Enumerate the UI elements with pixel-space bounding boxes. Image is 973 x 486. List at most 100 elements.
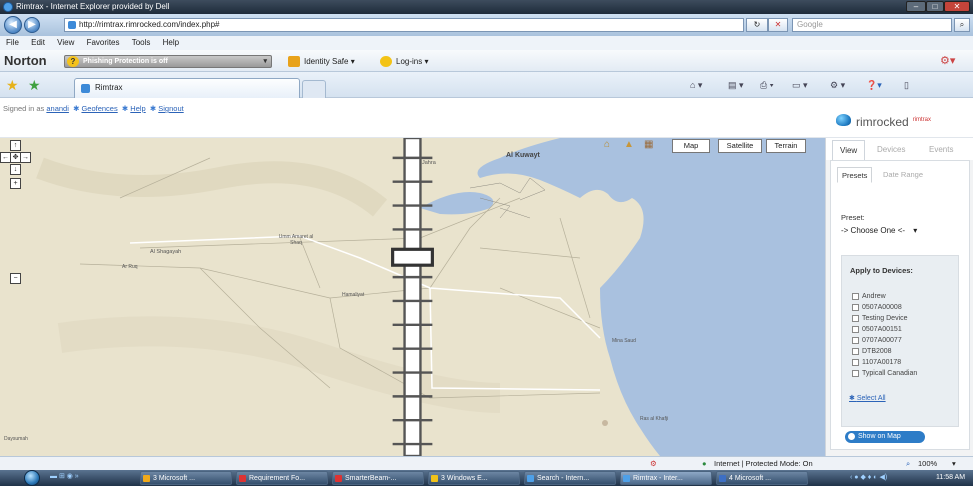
maximize-button[interactable]: □ [926, 1, 944, 12]
tab-devices[interactable]: Devices [870, 140, 912, 160]
logins-button[interactable]: Log-ins ▾ [380, 55, 428, 68]
start-button[interactable] [24, 470, 40, 486]
menu-tools[interactable]: Tools [132, 38, 151, 47]
map-canvas[interactable]: Jahra Al Kuwayt Al Shagayah Umm Amaret a… [0, 138, 825, 456]
home-icon[interactable]: ⌂ ▾ [690, 78, 702, 92]
app-icon [143, 475, 150, 482]
select-all-link[interactable]: ✱ Select All [849, 394, 886, 402]
new-tab-button[interactable] [302, 80, 326, 98]
zoom-level[interactable]: 100% [918, 457, 937, 470]
apply-devices-header: Apply to Devices: [850, 266, 913, 275]
search-icon[interactable]: ⌕ [954, 18, 970, 32]
map-type-terrain-button[interactable]: Terrain [766, 139, 806, 153]
tab-favicon-icon [81, 84, 90, 93]
show-on-map-button[interactable]: Show on Map [845, 431, 925, 443]
device-checkbox[interactable]: 0507A00151 [852, 325, 902, 335]
taskbar-item[interactable]: SmarterBeam-... [332, 471, 424, 485]
subtab-date-range[interactable]: Date Range [879, 167, 927, 183]
tab-rimtrax[interactable]: Rimtrax [74, 78, 300, 98]
signout-link[interactable]: Signout [158, 104, 183, 113]
checkbox[interactable] [852, 315, 859, 322]
signed-in-bar: Signed in as anandi ✱ Geofences ✱ Help ✱… [3, 104, 184, 113]
map-type-map-button[interactable]: Map [672, 139, 710, 153]
phishing-status: Phishing Protection is off [83, 58, 168, 65]
norton-menu-icon[interactable]: ⚙▾ [940, 55, 955, 68]
map-tools-icon[interactable]: ▦ [644, 139, 653, 150]
subtab-presets[interactable]: Presets [837, 167, 873, 183]
identity-safe-button[interactable]: Identity Safe ▾ [288, 55, 355, 68]
taskbar-label: 4 Microsoft ... [729, 475, 772, 482]
taskbar-item[interactable]: 3 Microsoft ... [140, 471, 232, 485]
menu-favorites[interactable]: Favorites [87, 38, 120, 47]
back-button[interactable]: ◀ [4, 16, 22, 34]
status-bar: ⚙ ● Internet | Protected Mode: On ⌕ 100%… [0, 456, 973, 470]
geofences-link[interactable]: Geofences [81, 104, 117, 113]
preset-select[interactable]: -> Choose One <- ▾ [841, 225, 949, 237]
minimize-button[interactable]: – [906, 1, 926, 12]
phishing-protection-toggle[interactable]: ? Phishing Protection is off ▾ [64, 55, 272, 68]
taskbar-item[interactable]: 3 Windows E... [428, 471, 520, 485]
map-type-terrain-label: Terrain [774, 141, 798, 150]
print-icon[interactable]: ⎙ ▾ [760, 78, 773, 92]
identity-safe-label: Identity Safe ▾ [304, 57, 355, 66]
taskbar-item[interactable]: 4 Microsoft ... [716, 471, 808, 485]
device-checkbox[interactable]: Typicall Canadian [852, 369, 917, 379]
device-checkbox[interactable]: 0507A00008 [852, 303, 902, 313]
checkbox[interactable] [852, 293, 859, 300]
checkbox[interactable] [852, 348, 859, 355]
checkbox[interactable] [852, 304, 859, 311]
forward-button[interactable]: ▶ [24, 17, 40, 33]
chevron-down-icon[interactable]: ▾ [952, 457, 956, 470]
refresh-button[interactable]: ↻ [746, 18, 768, 32]
preset-value: -> Choose One <- [841, 226, 906, 235]
rimrocked-logo: rimrocked rimtrax [836, 112, 931, 129]
device-label: 0507A00151 [862, 326, 902, 333]
menu-view[interactable]: View [57, 38, 74, 47]
tools-icon[interactable]: ⚙ ▾ [830, 78, 845, 92]
checkbox[interactable] [852, 370, 859, 377]
tab-events[interactable]: Events [922, 140, 960, 160]
layers-icon[interactable]: ▲ [624, 139, 634, 150]
taskbar-label: Requirement Fo... [249, 475, 306, 482]
device-checkbox[interactable]: Testing Device [852, 314, 908, 324]
favorites-star-icon[interactable]: ★ [6, 78, 19, 92]
taskbar-item[interactable]: Search - Intern... [524, 471, 616, 485]
tab-view[interactable]: View [832, 140, 866, 160]
tab-title: Rimtrax [95, 83, 123, 92]
help-link[interactable]: Help [130, 104, 145, 113]
page-icon[interactable]: ▭ ▾ [792, 78, 808, 92]
device-checkbox[interactable]: DTB2008 [852, 347, 892, 357]
home-icon[interactable]: ⌂ [604, 139, 610, 150]
quicklaunch-icon[interactable]: ▬ ⊞ ◉ » [50, 472, 79, 480]
map-type-satellite-button[interactable]: Satellite [718, 139, 762, 153]
tray-icon[interactable]: ‹ ● ◆ ♦ ◐ ◀) [850, 473, 887, 481]
username-link[interactable]: anandi [46, 104, 69, 113]
menu-file[interactable]: File [6, 38, 19, 47]
menu-help[interactable]: Help [163, 38, 179, 47]
taskbar-label: 3 Windows E... [441, 475, 488, 482]
stop-button[interactable]: ✕ [768, 18, 788, 32]
feeds-icon[interactable]: ▤ ▾ [728, 78, 744, 92]
help-icon[interactable]: ❓▾ [866, 78, 882, 92]
identity-safe-icon [288, 56, 300, 67]
checkbox[interactable] [852, 359, 859, 366]
zoom-slider[interactable] [0, 138, 825, 456]
taskbar-item[interactable]: Requirement Fo... [236, 471, 328, 485]
search-input[interactable]: Google [792, 18, 952, 32]
add-favorites-icon[interactable]: ★ [28, 78, 41, 92]
loading-icon: ⚙ [650, 459, 657, 468]
device-checkbox[interactable]: 1107A00178 [852, 358, 901, 368]
research-icon[interactable]: ▯ [904, 78, 909, 92]
zoom-icon[interactable]: ⌕ [906, 457, 910, 470]
checkbox[interactable] [852, 337, 859, 344]
zoom-out-button[interactable]: − [10, 273, 21, 284]
checkbox[interactable] [852, 326, 859, 333]
url-input[interactable]: http://rimtrax.rimrocked.com/index.php# [64, 18, 744, 32]
side-panel: View Devices Events Presets Date Range P… [825, 138, 973, 456]
device-checkbox[interactable]: Andrew [852, 292, 886, 302]
device-label: DTB2008 [862, 348, 892, 355]
menu-edit[interactable]: Edit [31, 38, 45, 47]
device-checkbox[interactable]: 0707A00077 [852, 336, 902, 346]
close-button[interactable]: ✕ [944, 1, 970, 12]
taskbar-item[interactable]: Rimtrax - Inter... [620, 471, 712, 485]
